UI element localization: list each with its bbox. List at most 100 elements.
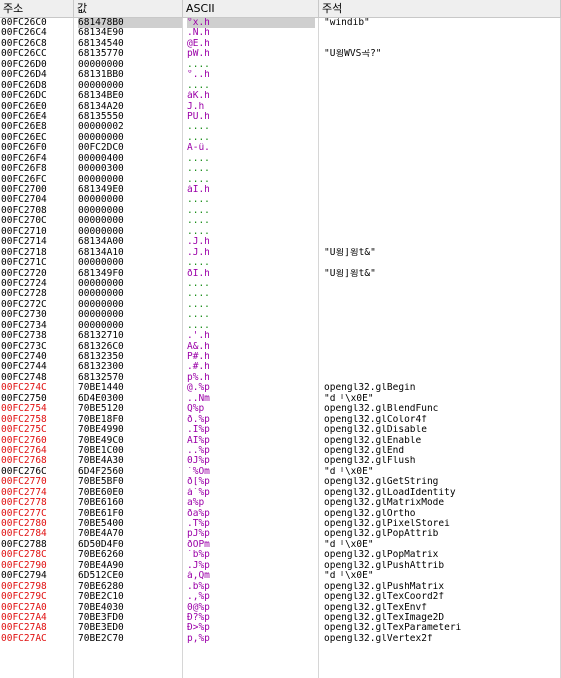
ascii-cell: .... <box>187 164 210 175</box>
ascii-cell: .... <box>187 174 210 185</box>
dump-row[interactable]: 00FC26E0 68134A20 J.h <box>0 102 561 112</box>
dump-row[interactable]: 00FC26C4 68134E90 .N.h <box>0 28 561 38</box>
dump-row[interactable]: 00FC2754 70BE5120 Q%p opengl32.glBlendFunc <box>0 404 561 414</box>
value-cell: 68134A20 <box>78 101 124 112</box>
dump-row[interactable]: 00FC2790 70BE4A90 .J%p opengl32.glPushAttri… <box>0 561 561 571</box>
dump-row[interactable]: 00FC2750 6D4E0300 ..Nm "d「\x0E" <box>0 394 561 404</box>
memory-dump-pane[interactable]: 주소 값 ASCII 주석 00FC26C0 681478B0 °x.h "windi… <box>0 0 561 678</box>
dump-row[interactable]: 00FC270C 00000000.... <box>0 216 561 226</box>
dump-row[interactable]: 00FC26D8 00000000.... <box>0 81 561 91</box>
address-cell: 00FC2768 <box>1 456 47 467</box>
address-cell: 00FC26EC <box>1 132 47 143</box>
dump-row[interactable]: 00FC26D0 00000000.... <box>0 60 561 70</box>
dump-row[interactable]: 00FC26D4 68131BB0 °..h <box>0 70 561 80</box>
dump-row[interactable]: 00FC2734 00000000.... <box>0 321 561 331</box>
dump-row[interactable]: 00FC2704 00000000.... <box>0 195 561 205</box>
ascii-cell: .... <box>187 299 210 310</box>
ascii-cell: ..%p <box>187 445 210 456</box>
value-cell: 00000000 <box>78 216 124 227</box>
comment-cell: opengl32.glBegin <box>324 383 416 394</box>
ascii-cell: ðÔPm <box>187 539 210 550</box>
dump-row[interactable]: 00FC276C 6D4F2560 `%Om "d「\x0E" <box>0 467 561 477</box>
dump-row[interactable]: 00FC26E8 00000002.... <box>0 122 561 132</box>
dump-row[interactable]: 00FC2700 681349E0 àI.h <box>0 185 561 195</box>
dump-row[interactable]: 00FC26DC 68134BE0 àK.h <box>0 91 561 101</box>
dump-row[interactable]: 00FC2760 70BE49C0 ÀI%p opengl32.glEnable <box>0 436 561 446</box>
dump-row[interactable]: 00FC2718 68134A10 .J.h "U횡]횡t&" <box>0 248 561 258</box>
dump-row[interactable]: 00FC274C 70BE1440 @.%p opengl32.glBegin <box>0 383 561 393</box>
dump-row[interactable]: 00FC2748 68132570 p%.h <box>0 373 561 383</box>
dump-rows[interactable]: 00FC26C0 681478B0 °x.h "windib" 00FC26C4 6813… <box>0 18 561 678</box>
address-cell: 00FC26CC <box>1 49 47 60</box>
address-cell: 00FC2764 <box>1 445 47 456</box>
dump-row[interactable]: 00FC271C 00000000.... <box>0 258 561 268</box>
dump-row[interactable]: 00FC273C 681326C0 À&.h <box>0 342 561 352</box>
dump-row[interactable]: 00FC27AC 70BE2C70 p,%p opengl32.glVertex2f <box>0 634 561 644</box>
dump-row[interactable]: 00FC26C8 68134540 @E.h <box>0 39 561 49</box>
dump-row[interactable]: 00FC2788 6D50D4F0 ðÔPm "d「\x0E" <box>0 540 561 550</box>
dump-row[interactable]: 00FC2724 00000000.... <box>0 279 561 289</box>
dump-row[interactable]: 00FC2708 00000000.... <box>0 206 561 216</box>
dump-row[interactable]: 00FC2780 70BE5400 .T%p opengl32.glPixelStor… <box>0 519 561 529</box>
dump-row[interactable]: 00FC278C 70BE6260 `b%p opengl32.glPopMatrix <box>0 550 561 560</box>
ascii-cell: .T%p <box>187 519 210 529</box>
dump-row[interactable]: 00FC26E4 68135550 PU.h <box>0 112 561 122</box>
address-cell: 00FC26D8 <box>1 80 47 91</box>
dump-row[interactable]: 00FC2744 68132300 .#.h <box>0 362 561 372</box>
dump-row[interactable]: 00FC27A4 70BE3FD0 Ð?%p opengl32.glTexImage2… <box>0 613 561 623</box>
address-cell: 00FC2754 <box>1 404 47 415</box>
value-cell: 70BE1C00 <box>78 445 124 456</box>
comment-cell: opengl32.glDisable <box>324 425 427 436</box>
address-cell: 00FC26D4 <box>1 70 47 81</box>
dump-row[interactable]: 00FC26F0 00FC2DC0 À-ü. <box>0 143 561 153</box>
dump-row[interactable]: 00FC26C0 681478B0 °x.h "windib" <box>0 18 561 29</box>
dump-row[interactable]: 00FC27A0 70BE4030 0@%p opengl32.glTexEnvf <box>0 603 561 613</box>
dump-row[interactable]: 00FC272C 00000000.... <box>0 300 561 310</box>
dump-row[interactable]: 00FC2740 68132350 P#.h <box>0 352 561 362</box>
dump-row[interactable]: 00FC2730 00000000.... <box>0 310 561 320</box>
dump-row[interactable]: 00FC277C 70BE61F0 ða%p opengl32.glOrtho <box>0 509 561 519</box>
dump-row[interactable]: 00FC275C 70BE4990 .I%p opengl32.glDisable <box>0 425 561 435</box>
dump-row[interactable]: 00FC27A8 70BE3ED0 Ð>%p opengl32.glTexParame… <box>0 623 561 633</box>
address-cell: 00FC2750 <box>1 393 47 404</box>
dump-row[interactable]: 00FC26EC 00000000.... <box>0 133 561 143</box>
dump-row[interactable]: 00FC26F4 00000400.... <box>0 154 561 164</box>
ascii-cell: .J%p <box>187 560 210 571</box>
dump-row[interactable]: 00FC279C 70BE2C10 .,%p opengl32.glTexCoord2… <box>0 592 561 602</box>
dump-row[interactable]: 00FC26CC 68135770 pW.h "U횡WVS곡?" <box>0 49 561 59</box>
dump-row[interactable]: 00FC2770 70BE5BF0 ð[%p opengl32.glGetString <box>0 477 561 487</box>
column-header-value[interactable]: 값 <box>74 0 183 17</box>
address-cell: 00FC2714 <box>1 237 47 248</box>
dump-row[interactable]: 00FC2714 68134A00 .J.h <box>0 237 561 247</box>
address-cell: 00FC274C <box>1 383 47 394</box>
comment-cell: "windib" <box>324 18 370 28</box>
dump-row[interactable]: 00FC2768 70BE4A30 0J%p opengl32.glFlush <box>0 456 561 466</box>
address-cell: 00FC27A0 <box>1 602 47 613</box>
address-cell: 00FC2784 <box>1 529 47 540</box>
dump-row[interactable]: 00FC2778 70BE6160 a%p opengl32.glMatrixMod… <box>0 498 561 508</box>
dump-row[interactable]: 00FC2720 681349F0 ðI.h "U횡]횡t&" <box>0 269 561 279</box>
value-cell: 681349F0 <box>78 268 124 279</box>
dump-row[interactable]: 00FC2774 70BE60E0 à`%p opengl32.glLoadIdent… <box>0 488 561 498</box>
dump-row[interactable]: 00FC2710 00000000.... <box>0 227 561 237</box>
column-header-ascii[interactable]: ASCII <box>183 0 319 17</box>
address-cell: 00FC2738 <box>1 331 47 342</box>
column-header-address[interactable]: 주소 <box>0 0 74 17</box>
dump-row[interactable]: 00FC26F8 00000300.... <box>0 164 561 174</box>
value-cell: 681349E0 <box>78 185 124 195</box>
dump-row[interactable]: 00FC2794 6D512CE0 à,Qm "d「\x0E" <box>0 571 561 581</box>
column-header-comment[interactable]: 주석 <box>319 0 561 17</box>
dump-row[interactable]: 00FC2784 70BE4A70 pJ%p opengl32.glPopAttrib <box>0 529 561 539</box>
address-cell: 00FC2720 <box>1 268 47 279</box>
dump-row[interactable]: 00FC2764 70BE1C00 ..%p opengl32.glEnd <box>0 446 561 456</box>
dump-row[interactable]: 00FC2728 00000000.... <box>0 289 561 299</box>
dump-row[interactable]: 00FC26FC 00000000.... <box>0 175 561 185</box>
ascii-cell: àK.h <box>187 91 210 102</box>
dump-row[interactable]: 00FC2798 70BE6280 .b%p opengl32.glPushMatri… <box>0 582 561 592</box>
dump-row[interactable]: 00FC2738 68132710 .'.h <box>0 331 561 341</box>
dump-row[interactable]: 00FC2758 70BE18F0 ð.%p opengl32.glColor4f <box>0 415 561 425</box>
address-cell: 00FC279C <box>1 592 47 603</box>
address-cell: 00FC26E8 <box>1 122 47 133</box>
value-cell: 68134A10 <box>78 247 124 258</box>
address-cell: 00FC272C <box>1 299 47 310</box>
